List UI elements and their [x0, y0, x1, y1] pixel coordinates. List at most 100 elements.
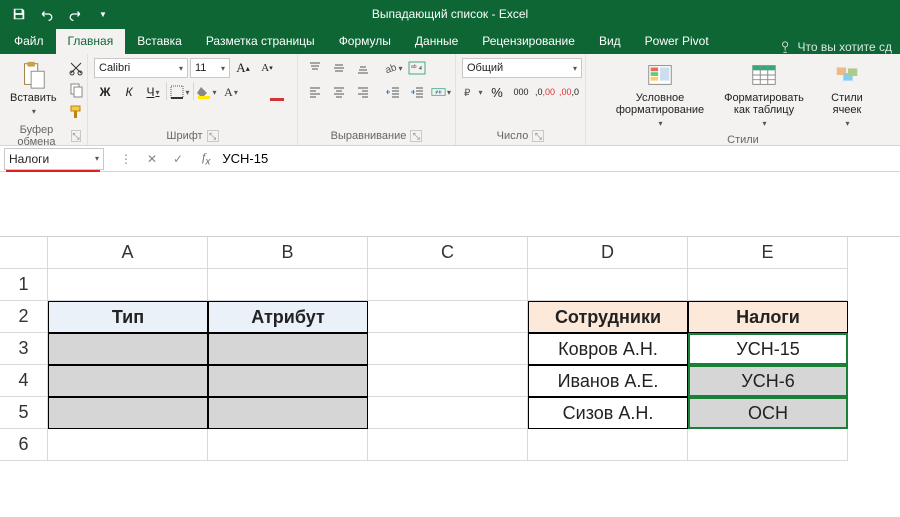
col-header-E[interactable]: E [688, 237, 848, 269]
align-middle-icon[interactable] [328, 58, 350, 78]
font-size-select[interactable]: 11▾ [190, 58, 230, 78]
col-header-D[interactable]: D [528, 237, 688, 269]
tell-me-search[interactable]: Что вы хотите сд [771, 40, 900, 54]
cell-C5[interactable] [368, 397, 528, 429]
align-left-icon[interactable] [304, 82, 326, 102]
cell-D3[interactable]: Ковров А.Н. [528, 333, 688, 365]
alignment-dialog-icon[interactable]: ⤡ [410, 130, 422, 142]
font-name-select[interactable]: Calibri▾ [94, 58, 188, 78]
increase-indent-icon[interactable] [406, 82, 428, 102]
cell-E4[interactable]: УСН-6 [688, 365, 848, 397]
underline-button[interactable]: Ч▾ [142, 82, 164, 102]
cell-A5[interactable] [48, 397, 208, 429]
cell-A3[interactable] [48, 333, 208, 365]
col-header-C[interactable]: C [368, 237, 528, 269]
cell-C3[interactable] [368, 333, 528, 365]
name-box[interactable]: Налоги ▾ [4, 148, 104, 170]
select-all-corner[interactable] [0, 237, 48, 269]
tab-formulas[interactable]: Формулы [327, 29, 403, 54]
clipboard-dialog-icon[interactable]: ⤡ [71, 130, 81, 142]
row-header-4[interactable]: 4 [0, 365, 48, 397]
tab-insert[interactable]: Вставка [125, 29, 194, 54]
enter-formula-icon[interactable]: ✓ [166, 149, 190, 169]
font-dialog-icon[interactable]: ⤡ [207, 130, 219, 142]
conditional-formatting-button[interactable]: Условное форматирование▾ [612, 58, 708, 132]
cell-B4[interactable] [208, 365, 368, 397]
cell-A1[interactable] [48, 269, 208, 301]
undo-icon[interactable] [34, 3, 60, 25]
cell-C1[interactable] [368, 269, 528, 301]
increase-font-icon[interactable]: A▴ [232, 58, 254, 78]
cell-D5[interactable]: Сизов А.Н. [528, 397, 688, 429]
fx-icon[interactable]: fx [202, 150, 210, 167]
format-painter-icon[interactable] [65, 102, 87, 122]
accounting-format-icon[interactable]: ₽▾ [462, 82, 484, 102]
wrap-text-icon[interactable]: ab [406, 58, 428, 78]
tab-file[interactable]: Файл [2, 29, 56, 54]
col-header-B[interactable]: B [208, 237, 368, 269]
decrease-indent-icon[interactable] [382, 82, 404, 102]
number-dialog-icon[interactable]: ⤡ [532, 130, 544, 142]
cell-B6[interactable] [208, 429, 368, 461]
cell-D4[interactable]: Иванов А.Е. [528, 365, 688, 397]
format-as-table-button[interactable]: Форматировать как таблицу▾ [716, 58, 812, 132]
redo-icon[interactable] [62, 3, 88, 25]
align-top-icon[interactable] [304, 58, 326, 78]
orientation-icon[interactable]: ab▾ [382, 58, 404, 78]
row-header-1[interactable]: 1 [0, 269, 48, 301]
italic-button[interactable]: К [118, 82, 140, 102]
qat-customize-icon[interactable]: ▼ [90, 3, 116, 25]
percent-icon[interactable]: % [486, 82, 508, 102]
borders-icon[interactable]: ▾ [169, 82, 191, 102]
tab-view[interactable]: Вид [587, 29, 633, 54]
copy-icon[interactable] [65, 80, 87, 100]
cell-B1[interactable] [208, 269, 368, 301]
merge-center-icon[interactable]: ▾ [430, 82, 452, 102]
fill-color-icon[interactable]: ▾ [196, 82, 218, 102]
font-color-icon[interactable]: A▾ [220, 82, 242, 102]
cell-D1[interactable] [528, 269, 688, 301]
tab-data[interactable]: Данные [403, 29, 470, 54]
cell-E6[interactable] [688, 429, 848, 461]
cell-B2[interactable]: Атрибут [208, 301, 368, 333]
tab-review[interactable]: Рецензирование [470, 29, 587, 54]
cell-C4[interactable] [368, 365, 528, 397]
paste-button[interactable]: Вставить ▾ [6, 58, 61, 120]
align-right-icon[interactable] [352, 82, 374, 102]
decrease-decimal-icon[interactable]: ,00,0 [558, 82, 580, 102]
decrease-font-icon[interactable]: A▾ [256, 58, 278, 78]
cell-B3[interactable] [208, 333, 368, 365]
cell-A6[interactable] [48, 429, 208, 461]
cell-C6[interactable] [368, 429, 528, 461]
spreadsheet-grid[interactable]: A B C D E 1 2 Тип Атрибут Сотрудники Нал… [0, 236, 900, 461]
cell-styles-button[interactable]: Стили ячеек▾ [820, 58, 874, 132]
row-header-5[interactable]: 5 [0, 397, 48, 429]
cell-E3[interactable]: УСН-15 [688, 333, 848, 365]
bold-button[interactable]: Ж [94, 82, 116, 102]
cell-B5[interactable] [208, 397, 368, 429]
row-header-6[interactable]: 6 [0, 429, 48, 461]
tab-home[interactable]: Главная [56, 29, 126, 54]
cell-A4[interactable] [48, 365, 208, 397]
row-header-3[interactable]: 3 [0, 333, 48, 365]
cell-E5[interactable]: ОСН [688, 397, 848, 429]
cut-icon[interactable] [65, 58, 87, 78]
cancel-formula-icon[interactable]: ✕ [140, 149, 164, 169]
col-header-A[interactable]: A [48, 237, 208, 269]
tab-page-layout[interactable]: Разметка страницы [194, 29, 327, 54]
cell-A2[interactable]: Тип [48, 301, 208, 333]
align-bottom-icon[interactable] [352, 58, 374, 78]
row-header-2[interactable]: 2 [0, 301, 48, 333]
increase-decimal-icon[interactable]: ,0,00 [534, 82, 556, 102]
comma-style-icon[interactable]: 000 [510, 82, 532, 102]
cell-E1[interactable] [688, 269, 848, 301]
cell-C2[interactable] [368, 301, 528, 333]
formula-input[interactable] [216, 149, 900, 169]
tab-power-pivot[interactable]: Power Pivot [633, 29, 721, 54]
cell-E2[interactable]: Налоги [688, 301, 848, 333]
align-center-icon[interactable] [328, 82, 350, 102]
save-icon[interactable] [6, 3, 32, 25]
cell-D2[interactable]: Сотрудники [528, 301, 688, 333]
cell-D6[interactable] [528, 429, 688, 461]
number-format-select[interactable]: Общий▾ [462, 58, 582, 78]
